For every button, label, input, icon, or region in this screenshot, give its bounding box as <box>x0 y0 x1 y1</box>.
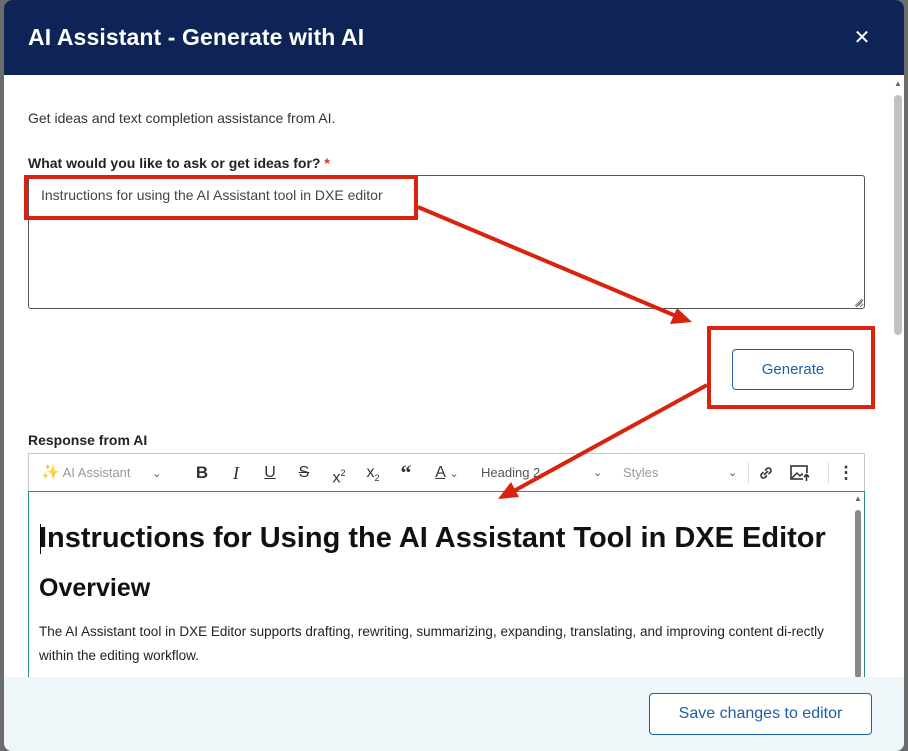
font-color-icon: A <box>435 464 446 481</box>
editor-heading-2: Overview <box>39 574 151 602</box>
link-button[interactable] <box>753 454 779 492</box>
styles-select[interactable]: Styles ⌄ <box>623 454 743 492</box>
superscript-button[interactable]: x2 <box>327 454 351 492</box>
link-icon <box>760 467 772 479</box>
editor-heading-1: Instructions for Using the AI Assistant … <box>39 522 826 554</box>
strikethrough-button[interactable]: S <box>293 454 315 492</box>
more-options-icon[interactable]: ⋮ <box>835 454 857 492</box>
save-changes-button[interactable]: Save changes to editor <box>649 693 872 735</box>
styles-select-value: Styles <box>623 465 659 480</box>
dialog-title: AI Assistant - Generate with AI <box>28 24 365 50</box>
response-editor[interactable]: Instructions for Using the AI Assistant … <box>28 491 865 677</box>
annotation-box-generate <box>707 326 875 409</box>
chevron-down-icon: ⌄ <box>449 468 459 480</box>
dialog-footer: Save changes to editor <box>4 677 904 751</box>
editor-scrollbar[interactable]: ▲ <box>852 492 864 677</box>
close-icon[interactable]: ✕ <box>850 26 874 50</box>
prompt-label: What would you like to ask or get ideas … <box>28 155 330 171</box>
heading-select-value: Heading 2 <box>481 465 541 480</box>
chevron-down-icon: ⌄ <box>728 467 738 479</box>
scroll-up-icon[interactable]: ▲ <box>894 79 902 88</box>
toolbar-divider <box>748 462 749 484</box>
blockquote-button[interactable]: “ <box>395 454 417 492</box>
font-color-button[interactable]: A ⌄ <box>427 454 467 492</box>
annotation-box-prompt <box>24 175 418 220</box>
response-label: Response from AI <box>28 432 148 448</box>
resize-grip-icon[interactable] <box>853 297 863 307</box>
italic-button[interactable]: I <box>225 454 247 492</box>
dialog-scrollbar[interactable]: ▲ <box>891 75 904 677</box>
dialog-header: AI Assistant - Generate with AI ✕ <box>4 0 904 75</box>
editor-scrollbar-thumb[interactable] <box>855 510 861 677</box>
prompt-label-text: What would you like to ask or get ideas … <box>28 155 321 171</box>
scroll-up-icon[interactable]: ▲ <box>854 494 862 503</box>
chevron-down-icon: ⌄ <box>152 468 162 480</box>
subscript-button[interactable]: x2 <box>361 454 385 492</box>
heading-select[interactable]: Heading 2 ⌄ <box>481 454 606 492</box>
required-mark: * <box>324 155 330 171</box>
chevron-down-icon: ⌄ <box>593 467 603 479</box>
image-upload-icon <box>790 464 810 482</box>
toolbar-divider <box>828 462 829 484</box>
editor-toolbar: ✨ AI Assistant ⌄ B I U S x2 x2 “ A ⌄ Hea… <box>28 453 865 491</box>
insert-image-button[interactable] <box>787 454 813 492</box>
ai-assistant-label: AI Assistant <box>62 465 131 480</box>
ai-assistant-dropdown[interactable]: ✨ AI Assistant ⌄ <box>41 454 171 492</box>
dialog-scrollbar-thumb[interactable] <box>894 95 902 335</box>
bold-button[interactable]: B <box>191 454 213 492</box>
editor-paragraph: The AI Assistant tool in DXE Editor supp… <box>39 624 824 663</box>
sparkle-icon: ✨ <box>41 464 60 481</box>
dialog-description: Get ideas and text completion assistance… <box>28 110 336 126</box>
underline-button[interactable]: U <box>259 454 281 492</box>
